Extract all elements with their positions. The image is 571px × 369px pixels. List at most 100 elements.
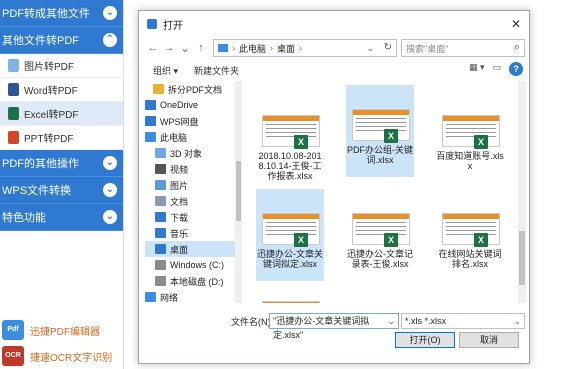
monitor-icon bbox=[218, 44, 228, 52]
sub-item-word-to-pdf[interactable]: Word转PDF bbox=[0, 78, 123, 102]
file-name: 迅捷办公-文章记录表-王俊.xlsx bbox=[347, 249, 413, 269]
file-list: X 2018.10.08-2018.10.14-王俊-工作报表.xlsx X PDF办… bbox=[242, 81, 518, 303]
close-icon[interactable]: ✕ bbox=[511, 17, 521, 31]
file-thumbnail bbox=[352, 109, 410, 141]
category-label: WPS文件转换 bbox=[2, 185, 72, 197]
nav-item-label: 下载 bbox=[170, 212, 189, 223]
nav-item[interactable]: 音乐 bbox=[145, 225, 235, 241]
download-icon bbox=[155, 212, 166, 222]
forward-arrow-icon[interactable]: → bbox=[161, 42, 177, 54]
preview-pane-icon[interactable]: ▭ bbox=[492, 62, 501, 76]
scrollbar-thumb[interactable] bbox=[236, 161, 241, 221]
cancel-button[interactable]: 取消 bbox=[459, 332, 519, 348]
open-button[interactable]: 打开(O) bbox=[395, 332, 455, 348]
file-item[interactable]: X在线网站词百度 bbox=[256, 277, 324, 303]
file-name: 百度知道账号.xlsx bbox=[436, 151, 504, 171]
sub-item-label: Word转PDF bbox=[24, 86, 78, 97]
scrollbar-thumb[interactable] bbox=[519, 231, 525, 285]
new-folder-button[interactable]: 新建文件夹 bbox=[186, 64, 247, 77]
category-label: PDF的其他操作 bbox=[2, 158, 79, 170]
filename-label: 文件名(N): bbox=[231, 316, 273, 327]
app-sidebar: PDF转成其他文件 ⌄ 其他文件转PDF ⌃ 图片转PDF Word转PDF E… bbox=[0, 0, 124, 369]
category-wps-convert[interactable]: WPS文件转换 ⌄ bbox=[0, 177, 123, 204]
chevron-down-icon[interactable]: ⌄ bbox=[387, 314, 395, 328]
promo-ocr[interactable]: OCR 捷速OCR文字识别 bbox=[2, 346, 120, 366]
back-arrow-icon[interactable]: ← bbox=[145, 42, 161, 54]
category-pdf-ops[interactable]: PDF的其他操作 ⌄ bbox=[0, 150, 123, 177]
up-arrow-icon[interactable]: ↑ bbox=[193, 42, 209, 54]
nav-item[interactable]: 本地磁盘 (D:) bbox=[145, 273, 235, 289]
navigation-bar: ← → ⌄ ↑ › 此电脑 › 桌面 › ⌄ ↻ 搜索"桌面" ⌕ bbox=[145, 39, 525, 57]
chevron-down-icon[interactable]: ⌄ bbox=[366, 43, 374, 54]
excel-icon: X bbox=[384, 129, 398, 143]
nav-item-label: Windows (C:) bbox=[170, 260, 225, 270]
nav-pane-scrollbar[interactable] bbox=[235, 81, 242, 303]
sub-item-excel-to-pdf[interactable]: Excel转PDF bbox=[0, 102, 123, 126]
nav-item[interactable]: 下载 bbox=[145, 209, 235, 225]
excel-icon: X bbox=[384, 233, 398, 247]
address-bar[interactable]: › 此电脑 › 桌面 › ⌄ ↻ bbox=[213, 39, 397, 57]
chevron-up-icon: ⌃ bbox=[103, 33, 117, 47]
cloud-icon bbox=[145, 100, 156, 110]
nav-item[interactable]: 网络 bbox=[145, 289, 235, 305]
file-item[interactable]: X 迅捷办公-文章记录表-王俊.xlsx bbox=[346, 189, 414, 281]
filename-row: 文件名(N): "迅捷办公-文章关键词拟定.xlsx" ⌄ *.xls *.xl… bbox=[145, 313, 525, 340]
file-type-select[interactable]: *.xls *.xlsx ⌄ bbox=[401, 313, 525, 329]
word-file-icon bbox=[8, 83, 19, 96]
nav-item[interactable]: 视频 bbox=[145, 161, 235, 177]
refresh-icon[interactable]: ↻ bbox=[384, 42, 392, 53]
file-name: PDF办公组-关键词.xlsx bbox=[347, 145, 413, 165]
nav-item-label: 此电脑 bbox=[160, 132, 188, 143]
nav-item[interactable]: 桌面 bbox=[145, 241, 235, 257]
chevron-right-icon: › bbox=[232, 43, 235, 53]
organize-button[interactable]: 组织 ▾ bbox=[145, 64, 186, 77]
nav-item[interactable]: OneDrive bbox=[145, 97, 235, 113]
promo-pdf-editor[interactable]: Pdf 迅捷PDF编辑器 bbox=[2, 320, 120, 340]
breadcrumb-this-pc[interactable]: 此电脑 bbox=[239, 42, 266, 55]
ppt-file-icon bbox=[8, 131, 19, 144]
file-item[interactable]: X PDF办公组-关键词.xlsx bbox=[346, 85, 414, 177]
nav-item[interactable]: 3D 对象 bbox=[145, 145, 235, 161]
open-file-dialog: 打开 ✕ ← → ⌄ ↑ › 此电脑 › 桌面 › ⌄ ↻ 搜索"桌面" ⌕ 组… bbox=[138, 10, 530, 364]
breadcrumb-desktop[interactable]: 桌面 bbox=[277, 42, 295, 55]
file-list-scrollbar[interactable] bbox=[518, 81, 526, 303]
nav-item[interactable]: WPS网盘 bbox=[145, 113, 235, 129]
recent-dropdown-icon[interactable]: ⌄ bbox=[177, 42, 193, 55]
file-item[interactable]: X 2018.10.08-2018.10.14-王俊-工作报表.xlsx bbox=[256, 91, 324, 183]
video-icon bbox=[155, 164, 166, 174]
drive-icon bbox=[155, 276, 166, 286]
file-item[interactable]: X 迅捷办公-文章关键词拟定.xlsx bbox=[256, 189, 324, 281]
nav-item[interactable]: 此电脑 bbox=[145, 129, 235, 145]
nav-item[interactable]: 拆分PDF文档 bbox=[145, 81, 235, 97]
view-options-icon[interactable]: ▦ ▾ bbox=[469, 62, 485, 76]
desktop-icon bbox=[155, 244, 166, 254]
nav-item[interactable]: 图片 bbox=[145, 177, 235, 193]
chevron-down-icon: ⌄ bbox=[103, 6, 117, 20]
excel-icon: X bbox=[294, 135, 308, 149]
sub-item-image-to-pdf[interactable]: 图片转PDF bbox=[0, 54, 123, 78]
nav-item[interactable]: Windows (C:) bbox=[145, 257, 235, 273]
file-item[interactable]: X 在线网站关键词排名.xlsx bbox=[436, 189, 504, 281]
image-file-icon bbox=[8, 59, 19, 72]
file-item[interactable]: X 百度知道账号.xlsx bbox=[436, 91, 504, 183]
category-other-to-pdf[interactable]: 其他文件转PDF ⌃ bbox=[0, 27, 123, 54]
search-input[interactable]: 搜索"桌面" ⌕ bbox=[401, 39, 525, 57]
category-special[interactable]: 特色功能 ⌄ bbox=[0, 204, 123, 231]
category-pdf-convert[interactable]: PDF转成其他文件 ⌄ bbox=[0, 0, 123, 27]
file-type-value: *.xls *.xlsx bbox=[405, 316, 447, 326]
filename-input[interactable]: "迅捷办公-文章关键词拟定.xlsx" ⌄ bbox=[269, 313, 399, 340]
chevron-down-icon: ⌄ bbox=[103, 156, 117, 170]
help-icon[interactable]: ? bbox=[509, 62, 523, 76]
navigation-pane: 拆分PDF文档 OneDrive WPS网盘此电脑 3D 对象视频图片 文档下载音乐 桌面… bbox=[145, 81, 235, 305]
nav-item[interactable]: 文档 bbox=[145, 193, 235, 209]
nav-item-label: 视频 bbox=[170, 164, 189, 175]
file-thumbnail bbox=[442, 213, 500, 245]
sub-item-ppt-to-pdf[interactable]: PPT转PDF bbox=[0, 126, 123, 150]
nav-item-label: 拆分PDF文档 bbox=[168, 84, 223, 95]
excel-icon: X bbox=[474, 233, 488, 247]
file-name: 在线网站关键词排名.xlsx bbox=[438, 249, 502, 269]
file-thumbnail bbox=[442, 115, 500, 147]
chevron-down-icon[interactable]: ⌄ bbox=[513, 314, 521, 328]
search-icon: ⌕ bbox=[513, 41, 520, 53]
nav-item-label: 网络 bbox=[160, 292, 179, 303]
